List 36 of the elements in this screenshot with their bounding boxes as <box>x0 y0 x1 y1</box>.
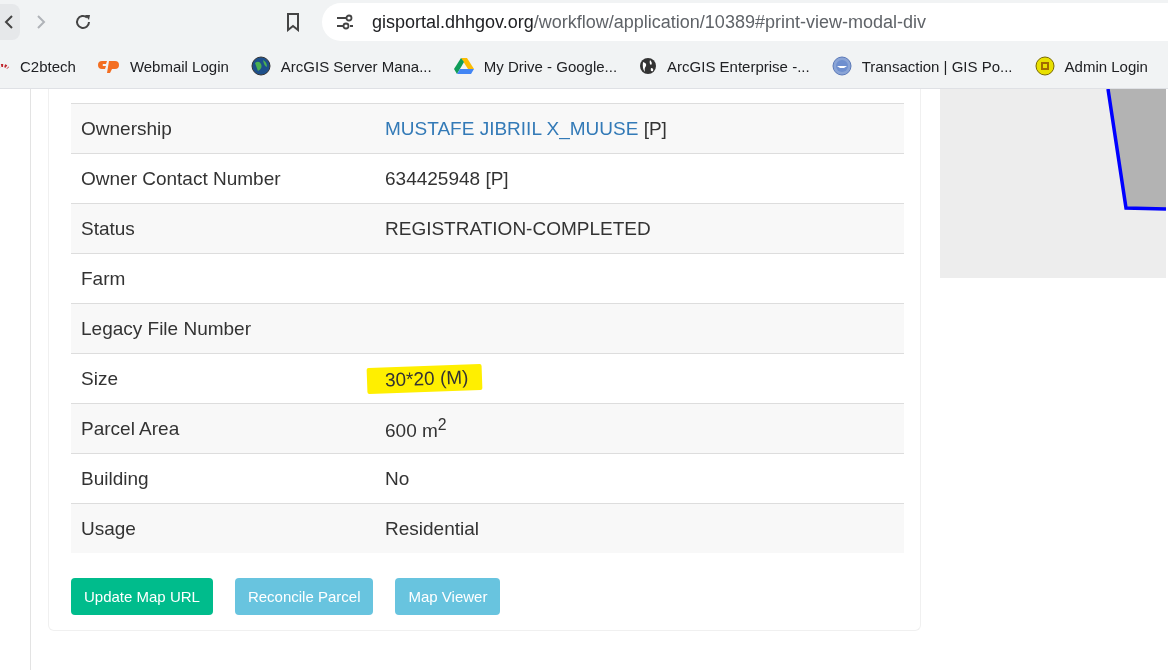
field-label: Ownership <box>81 117 172 139</box>
drive-logo-icon <box>453 57 474 75</box>
table-cell: No <box>385 467 410 489</box>
bookmark-item[interactable]: Webmail Login <box>97 57 229 75</box>
cp-logo-icon <box>97 58 120 74</box>
bookmark-item[interactable]: Transaction | GIS Po... <box>831 56 1013 76</box>
field-label: Status <box>81 217 135 239</box>
table-cell: REGISTRATION-COMPLETED <box>385 217 651 239</box>
globe-icon <box>639 57 658 75</box>
table-cell: 600 m$^{2}$ <box>385 419 447 441</box>
site-settings-icon[interactable] <box>336 14 354 30</box>
highlight-mark: 30*20 (M) <box>366 363 483 394</box>
field-label: Farm <box>81 267 126 289</box>
bookmark-item[interactable]: ArcGIS Enterprise -... <box>639 57 810 75</box>
field-label: Legacy File Number <box>81 317 252 339</box>
field-label: Parcel Area <box>81 417 180 439</box>
globe-logo-icon <box>250 56 271 76</box>
bookmark-item[interactable]: My Drive - Google... <box>453 57 618 75</box>
bookmark-item[interactable]: C2btech <box>0 57 76 75</box>
bookmark-icon <box>286 12 300 32</box>
url-text: gisportal.dhhgov.org/workflow/application/10389#print-view-modal-div <box>372 11 926 33</box>
bookmark-item[interactable]: Admin Login <box>1034 56 1148 76</box>
back-button[interactable] <box>0 4 20 40</box>
bookmark-item[interactable]: ArcGIS Server Mana... <box>250 56 432 76</box>
table-cell: Residential <box>385 517 479 539</box>
reload-icon <box>73 12 93 32</box>
table-cell: [P] <box>643 117 667 139</box>
field-label: Building <box>81 467 149 489</box>
round-logo-icon <box>831 56 852 76</box>
field-label: Size <box>81 367 118 389</box>
owner-link[interactable]: MUSTAFE JIBRIIL X_MUUSE <box>385 117 639 139</box>
emblem-logo-icon <box>1034 56 1055 76</box>
table-cell: 634425948 [P] <box>385 167 509 189</box>
field-label: Usage <box>81 517 136 539</box>
address-bar[interactable]: gisportal.dhhgov.org/workflow/application/10389#print-view-modal-div <box>322 3 1168 41</box>
field-label: Owner Contact Number <box>81 167 281 189</box>
